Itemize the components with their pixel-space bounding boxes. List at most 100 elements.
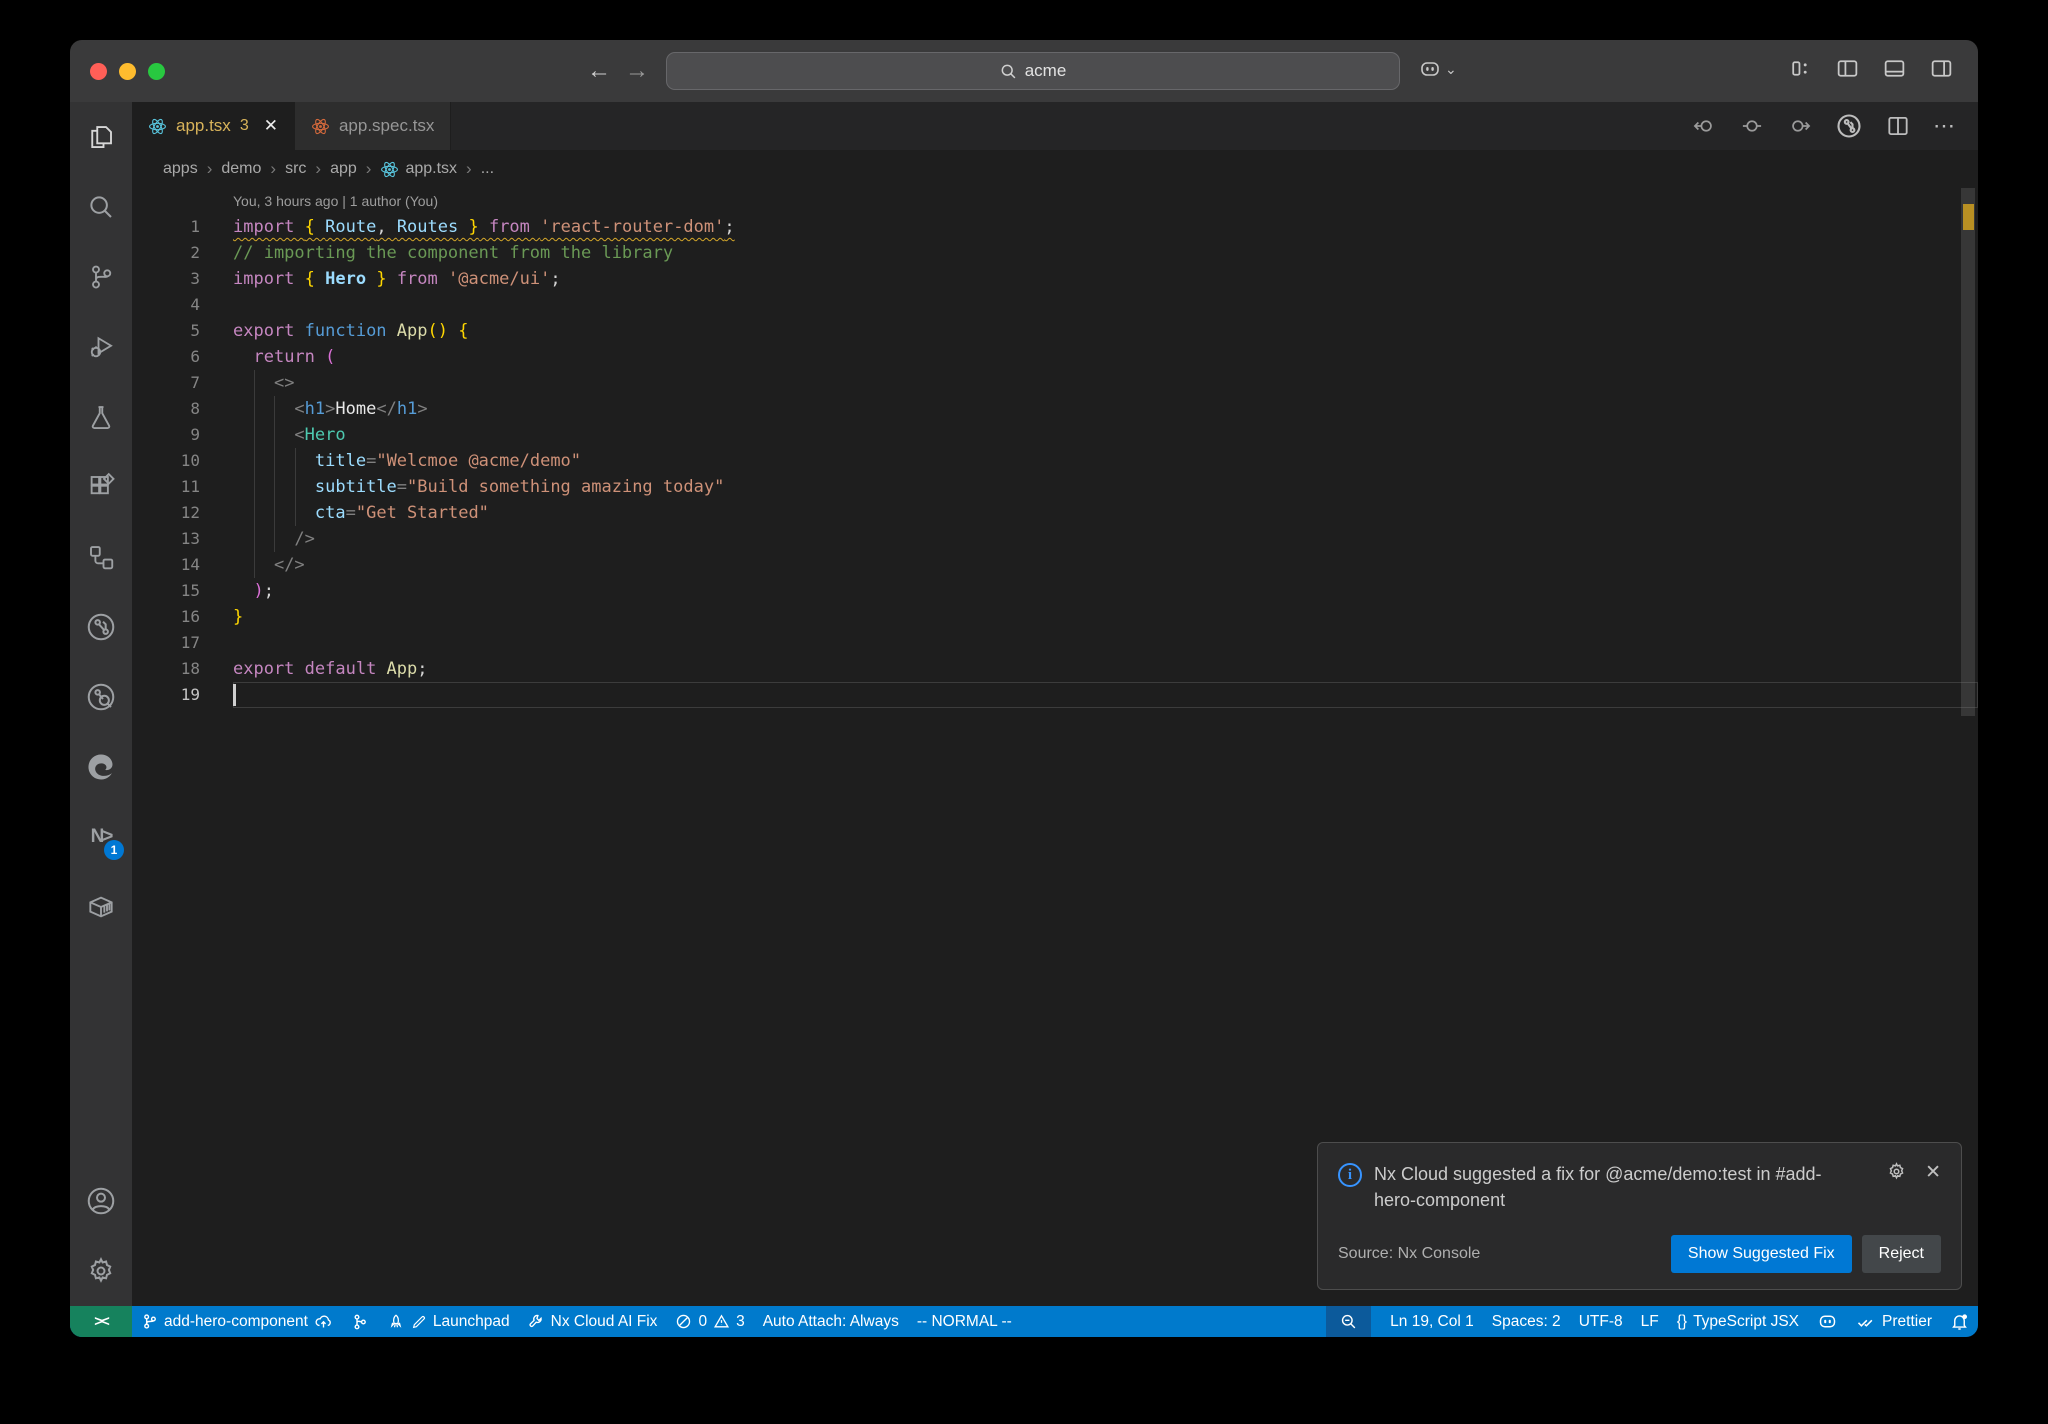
status-cursor-position[interactable]: Ln 19, Col 1 — [1381, 1306, 1483, 1337]
status-copilot[interactable] — [1808, 1306, 1847, 1337]
line-number[interactable]: 2 — [132, 240, 200, 266]
line-number[interactable]: 7 — [132, 370, 200, 396]
breadcrumb-item[interactable]: apps — [163, 160, 198, 178]
code-line-content[interactable]: export function App() { — [233, 318, 1978, 344]
settings-menu[interactable] — [70, 1236, 132, 1306]
code-line-content[interactable]: /> — [233, 526, 1978, 552]
code-line[interactable]: 13 /> — [132, 526, 1978, 552]
remote-indicator[interactable]: >< — [70, 1306, 132, 1337]
toggle-panel-button[interactable] — [1882, 56, 1907, 81]
status-zoom-indicator[interactable] — [1326, 1306, 1372, 1337]
code-line-content[interactable]: } — [233, 604, 1978, 630]
breadcrumb-item[interactable]: app — [330, 160, 357, 178]
history-back-button[interactable]: ← — [584, 56, 614, 86]
activity-gitlens[interactable] — [70, 592, 132, 662]
breadcrumb-item[interactable]: app.tsx — [380, 160, 457, 179]
code-line-content[interactable]: subtitle="Build something amazing today" — [233, 474, 1978, 500]
code-line[interactable]: 5 export function App() { — [132, 318, 1978, 344]
minimize-window-button[interactable] — [119, 63, 136, 80]
status-encoding[interactable]: UTF-8 — [1570, 1306, 1632, 1337]
code-line[interactable]: 11 subtitle="Build something amazing tod… — [132, 474, 1978, 500]
maximize-window-button[interactable] — [148, 63, 165, 80]
status-nx-cloud-fix[interactable]: Nx Cloud AI Fix — [519, 1306, 667, 1337]
line-number[interactable]: 6 — [132, 344, 200, 370]
code-line[interactable]: 6 return ( — [132, 344, 1978, 370]
tab-app-tsx[interactable]: app.tsx 3 ✕ — [132, 102, 295, 150]
code-line[interactable]: 2 // importing the component from the lib… — [132, 240, 1978, 266]
code-line[interactable]: 1 import { Route, Routes } from 'react-ro… — [132, 214, 1978, 240]
status-launchpad[interactable]: Launchpad — [378, 1306, 519, 1337]
status-language-mode[interactable]: {} TypeScript JSX — [1668, 1306, 1808, 1337]
tab-app-spec-tsx[interactable]: app.spec.tsx — [294, 102, 452, 150]
activity-containers[interactable] — [70, 872, 132, 942]
activity-edge-tools[interactable] — [70, 732, 132, 802]
toggle-secondary-sidebar-button[interactable] — [1929, 56, 1954, 81]
code-line-content[interactable]: <h1>Home</h1> — [233, 396, 1978, 422]
breadcrumb-item[interactable]: ... — [481, 160, 494, 178]
account-menu[interactable] — [70, 1166, 132, 1236]
code-line[interactable]: 9 <Hero — [132, 422, 1978, 448]
line-number[interactable]: 19 — [132, 682, 200, 708]
code-line[interactable]: 16} — [132, 604, 1978, 630]
breadcrumb-item[interactable]: demo — [221, 160, 261, 178]
command-center-search[interactable]: acme — [666, 52, 1400, 90]
notification-settings-icon[interactable] — [1886, 1161, 1907, 1184]
status-auto-attach[interactable]: Auto Attach: Always — [754, 1306, 908, 1337]
code-line-content[interactable]: ); — [233, 578, 1978, 604]
activity-gitlens-inspect[interactable] — [70, 662, 132, 732]
code-line[interactable]: 19 — [132, 682, 1978, 708]
code-line-content[interactable]: // importing the component from the libr… — [233, 240, 1978, 266]
activity-explorer[interactable] — [70, 102, 132, 172]
gitlens-file-history-icon[interactable] — [1835, 112, 1863, 140]
line-number[interactable]: 1 — [132, 214, 200, 240]
split-editor-icon[interactable] — [1885, 113, 1911, 139]
code-line[interactable]: 12 cta="Get Started" — [132, 500, 1978, 526]
code-line[interactable]: 8 <h1>Home</h1> — [132, 396, 1978, 422]
code-line-content[interactable] — [233, 682, 1978, 708]
show-suggested-fix-button[interactable]: Show Suggested Fix — [1670, 1235, 1852, 1273]
toggle-primary-sidebar-button[interactable] — [1835, 56, 1860, 81]
line-number[interactable]: 11 — [132, 474, 200, 500]
code-line-content[interactable] — [233, 630, 1978, 656]
status-branch[interactable]: add-hero-component — [132, 1306, 342, 1337]
code-line-content[interactable]: import { Route, Routes } from 'react-rou… — [233, 214, 1978, 240]
history-forward-button[interactable]: → — [622, 56, 652, 86]
code-line-content[interactable]: </> — [233, 552, 1978, 578]
line-number[interactable]: 16 — [132, 604, 200, 630]
activity-nx-console[interactable]: N> 1 — [70, 802, 132, 872]
current-change-icon[interactable] — [1739, 113, 1765, 139]
activity-search[interactable] — [70, 172, 132, 242]
code-line[interactable]: 7 <> — [132, 370, 1978, 396]
line-number[interactable]: 14 — [132, 552, 200, 578]
customize-layout-button[interactable] — [1788, 56, 1813, 81]
line-number[interactable]: 9 — [132, 422, 200, 448]
line-number[interactable]: 5 — [132, 318, 200, 344]
code-line[interactable]: 17 — [132, 630, 1978, 656]
activity-references[interactable] — [70, 522, 132, 592]
editor-scrollbar[interactable] — [1958, 188, 1978, 1306]
breadcrumb-item[interactable]: src — [285, 160, 306, 178]
line-number[interactable]: 12 — [132, 500, 200, 526]
close-icon[interactable]: ✕ — [264, 116, 278, 136]
close-icon[interactable]: ✕ — [1925, 1161, 1941, 1184]
status-vim-mode[interactable]: -- NORMAL -- — [908, 1306, 1021, 1337]
code-line-content[interactable]: import { Hero } from '@acme/ui'; — [233, 266, 1978, 292]
activity-source-control[interactable] — [70, 242, 132, 312]
line-number[interactable]: 3 — [132, 266, 200, 292]
line-number[interactable]: 10 — [132, 448, 200, 474]
activity-run-debug[interactable] — [70, 312, 132, 382]
line-number[interactable]: 4 — [132, 292, 200, 318]
code-line-content[interactable]: <> — [233, 370, 1978, 396]
line-number[interactable]: 15 — [132, 578, 200, 604]
code-line-content[interactable]: title="Welcmoe @acme/demo" — [233, 448, 1978, 474]
status-problems[interactable]: 0 3 — [666, 1306, 753, 1337]
close-window-button[interactable] — [90, 63, 107, 80]
line-number[interactable]: 13 — [132, 526, 200, 552]
code-editor[interactable]: You, 3 hours ago | 1 author (You) 1 impor… — [132, 188, 1978, 1306]
code-line[interactable]: 18 export default App; — [132, 656, 1978, 682]
status-eol[interactable]: LF — [1632, 1306, 1668, 1337]
line-number[interactable]: 17 — [132, 630, 200, 656]
code-line[interactable]: 3 import { Hero } from '@acme/ui'; — [132, 266, 1978, 292]
more-actions-icon[interactable]: ⋯ — [1933, 113, 1956, 139]
code-line[interactable]: 14 </> — [132, 552, 1978, 578]
